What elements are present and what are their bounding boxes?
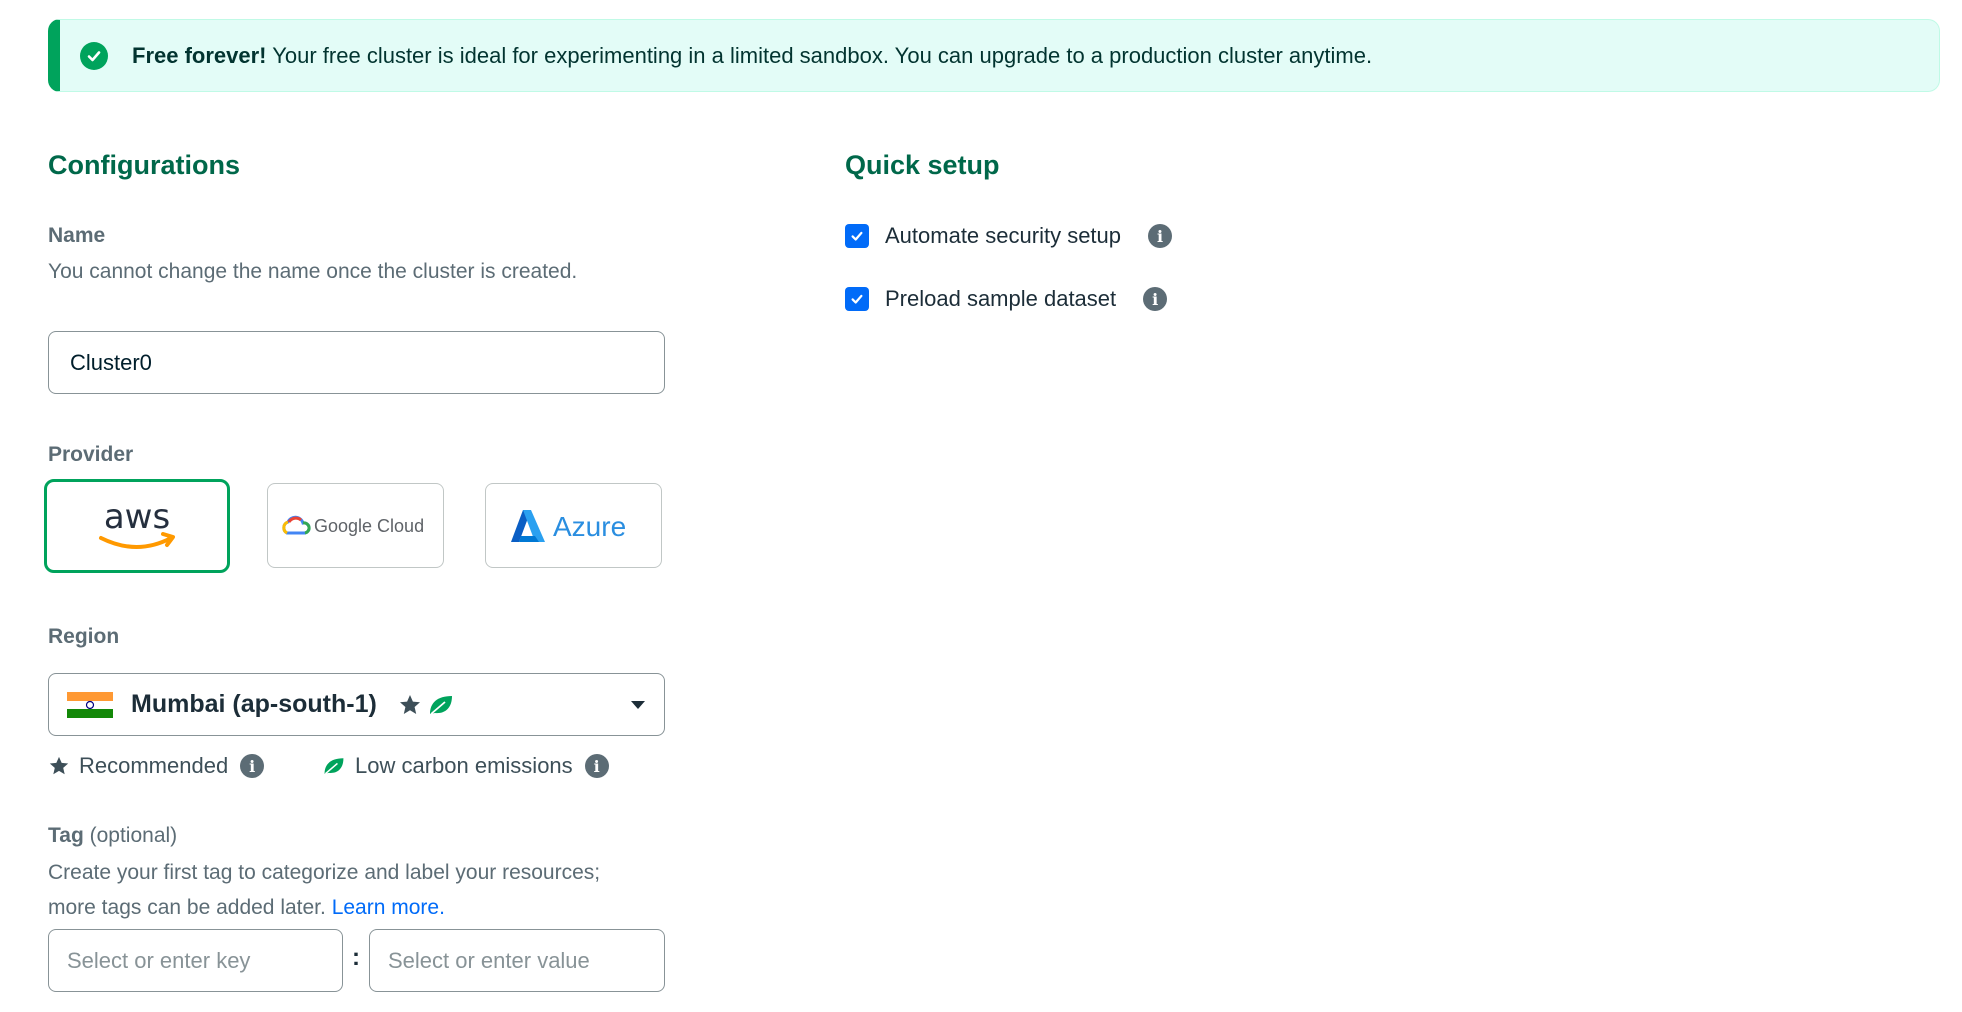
- svg-text:Google Cloud: Google Cloud: [314, 516, 424, 536]
- configurations-title: Configurations: [48, 150, 240, 180]
- tag-label: Tag (optional): [48, 824, 177, 848]
- checkmark-icon: [851, 231, 863, 241]
- quick-setup-title: Quick setup: [845, 150, 1000, 180]
- tag-description-text: Create your first tag to categorize and …: [48, 861, 601, 919]
- learn-more-link[interactable]: Learn more.: [332, 896, 445, 919]
- legend-recommended: Recommended i: [48, 753, 265, 779]
- automate-security-option[interactable]: Automate security setup i: [845, 223, 1173, 249]
- info-icon[interactable]: i: [1143, 287, 1168, 311]
- check-circle-icon: [80, 41, 108, 70]
- banner-text: Free forever! Your free cluster is ideal…: [132, 43, 1372, 69]
- region-select[interactable]: Mumbai (ap-south-1): [48, 673, 665, 736]
- google-cloud-logo-icon: Google Cloud: [281, 515, 424, 536]
- leaf-icon: [429, 695, 452, 715]
- tag-description: Create your first tag to categorize and …: [48, 855, 648, 925]
- legend-low-carbon-label: Low carbon emissions: [355, 753, 573, 778]
- banner-message: Your free cluster is ideal for experimen…: [266, 42, 1373, 68]
- provider-aws-option[interactable]: aws: [44, 479, 230, 573]
- tag-label-text: Tag: [48, 824, 84, 847]
- provider-label: Provider: [48, 443, 134, 466]
- star-icon: [49, 756, 69, 775]
- checkmark-icon: [851, 294, 863, 304]
- tag-key-placeholder: Select or enter key: [67, 947, 251, 973]
- cluster-name-value: Cluster0: [70, 349, 152, 375]
- name-label: Name: [48, 224, 106, 247]
- name-description: You cannot change the name once the clus…: [48, 260, 578, 283]
- provider-azure-option[interactable]: Azure: [485, 483, 662, 568]
- preload-dataset-label: Preload sample dataset: [885, 286, 1117, 311]
- azure-logo-icon: Azure: [510, 509, 626, 542]
- svg-text:Azure: Azure: [553, 511, 626, 542]
- chevron-down-icon: [631, 701, 645, 709]
- cluster-name-input[interactable]: Cluster0: [48, 331, 665, 394]
- preload-dataset-option[interactable]: Preload sample dataset i: [845, 286, 1168, 312]
- india-flag-icon: [67, 691, 113, 718]
- info-icon[interactable]: i: [584, 754, 609, 778]
- aws-logo-icon: aws: [99, 498, 175, 549]
- tag-value-placeholder: Select or enter value: [388, 947, 590, 973]
- provider-google-cloud-option[interactable]: Google Cloud: [267, 483, 444, 568]
- tag-separator: :: [352, 944, 360, 971]
- legend-low-carbon: Low carbon emissions i: [322, 753, 609, 779]
- recommended-star-icon: [399, 694, 420, 714]
- tag-optional-text: (optional): [89, 824, 178, 847]
- leaf-icon: [324, 758, 344, 775]
- info-icon[interactable]: i: [1148, 224, 1173, 248]
- free-forever-banner: Free forever! Your free cluster is ideal…: [48, 19, 1940, 92]
- region-value: Mumbai (ap-south-1): [131, 690, 377, 718]
- banner-bold-text: Free forever!: [132, 42, 267, 68]
- svg-text:aws: aws: [104, 498, 170, 537]
- tag-value-input[interactable]: Select or enter value: [369, 929, 665, 992]
- preload-dataset-checkbox[interactable]: [845, 287, 869, 311]
- automate-security-label: Automate security setup: [885, 223, 1122, 248]
- automate-security-checkbox[interactable]: [845, 224, 869, 248]
- tag-key-input[interactable]: Select or enter key: [48, 929, 343, 992]
- legend-recommended-label: Recommended: [79, 753, 229, 778]
- info-icon[interactable]: i: [240, 754, 265, 778]
- region-label: Region: [48, 625, 120, 648]
